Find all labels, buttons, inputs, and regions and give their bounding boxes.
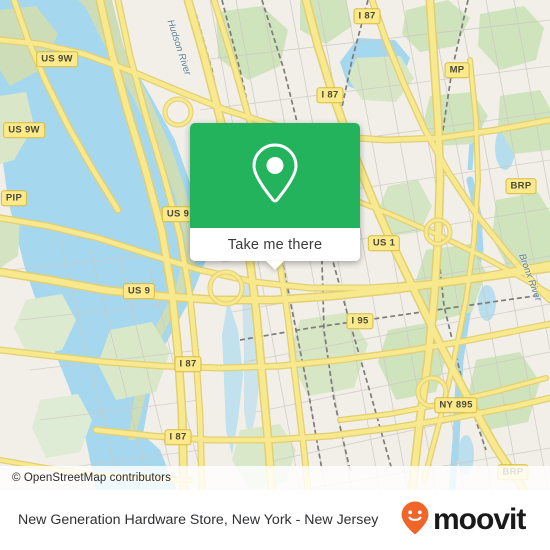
popup-header: [190, 123, 360, 228]
popup-action-bar[interactable]: Take me there: [190, 228, 360, 261]
moovit-logo[interactable]: moovit: [400, 500, 541, 541]
water-label: Bronx River: [516, 252, 544, 303]
place-caption: New Generation Hardware Store, New York …: [18, 512, 379, 528]
osm-attribution-text[interactable]: © OpenStreetMap contributors: [0, 472, 171, 484]
moovit-wordmark: moovit: [433, 503, 526, 536]
water-label: Hudson River: [164, 18, 193, 77]
map-pin-icon: [247, 140, 303, 211]
location-popup[interactable]: Take me there: [190, 123, 360, 270]
map-canvas[interactable]: US 9W US 9W PIP US 9 US 9I 87 I 87 I 87 I 87 MP B…: [0, 0, 550, 490]
take-me-there-label: Take me there: [227, 236, 323, 253]
footer-bar: New Generation Hardware Store, New York …: [0, 490, 550, 550]
moovit-pin-icon: [400, 500, 430, 541]
screenshot-root: US 9W US 9W PIP US 9 US 9I 87 I 87 I 87 I 87 MP B…: [0, 0, 550, 550]
map-attribution-bar: © OpenStreetMap contributors: [0, 466, 550, 490]
popup-tail-pointer: [266, 261, 284, 270]
